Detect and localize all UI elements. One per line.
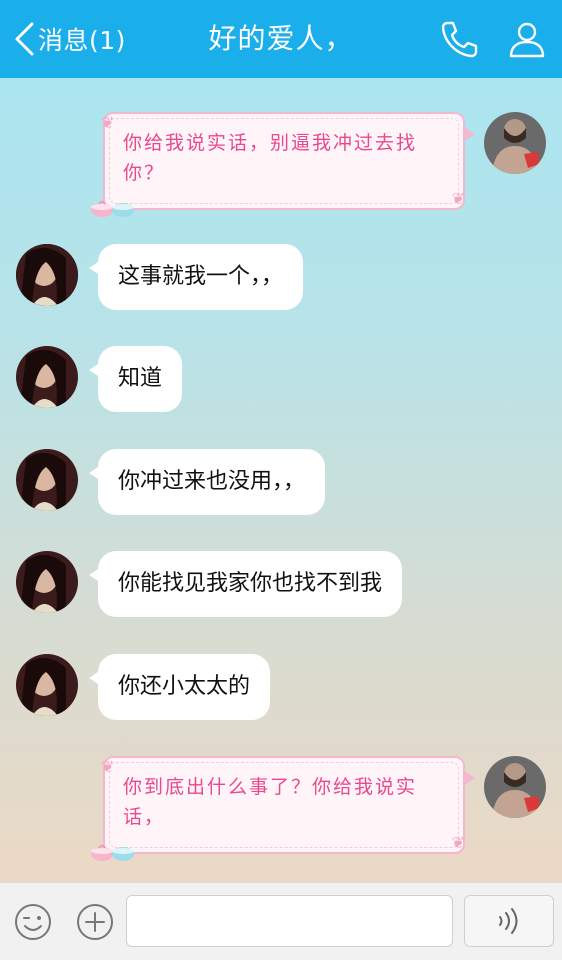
chat-header: 消息(1) 好的爱人， (0, 0, 562, 78)
incoming-message[interactable]: 知道 (88, 346, 183, 412)
message-list[interactable]: ❦ ❦ 你给我说实话，别逼我冲过去找你？ 这事就我一个，， 知道 你冲过来也没用… (0, 78, 562, 882)
person-icon (509, 22, 545, 58)
contact-avatar[interactable] (16, 244, 78, 306)
back-button[interactable]: 消息(1) (12, 18, 126, 60)
outgoing-message[interactable]: ❦ ❦ 你给我说实话，别逼我冲过去找你？ (91, 112, 475, 217)
profile-button[interactable] (506, 18, 548, 60)
voice-icon (499, 908, 518, 934)
emoji-button[interactable] (12, 901, 54, 943)
incoming-message[interactable]: 你冲过来也没用，， (88, 449, 326, 515)
plus-icon (77, 904, 113, 940)
message-text: 你给我说实话，别逼我冲过去找你？ (123, 132, 418, 184)
flourish-icon: ❦ (101, 757, 117, 776)
avatar-image (16, 346, 78, 408)
avatar-image (16, 654, 78, 716)
flourish-icon: ❦ (101, 113, 117, 132)
input-bar (0, 882, 562, 960)
back-label: 消息(1) (38, 26, 126, 55)
contact-avatar[interactable] (16, 346, 78, 408)
my-avatar[interactable] (484, 756, 546, 818)
call-button[interactable] (438, 18, 480, 60)
avatar-image (16, 244, 78, 306)
avatar-image (484, 112, 546, 174)
avatar-image (484, 756, 546, 818)
more-button[interactable] (74, 901, 116, 943)
message-input[interactable] (126, 895, 453, 947)
message-text: 你到底出什么事了？你给我说实话， (123, 776, 418, 828)
emoji-icon (15, 904, 51, 940)
contact-avatar[interactable] (16, 551, 78, 613)
teacups-icon (91, 844, 134, 861)
incoming-message[interactable]: 这事就我一个，， (88, 244, 304, 310)
incoming-message[interactable]: 你还小太太的 (88, 654, 271, 720)
my-avatar[interactable] (484, 112, 546, 174)
flourish-icon: ❦ (451, 833, 467, 852)
chat-title: 好的爱人， (208, 22, 354, 55)
avatar-image (16, 551, 78, 613)
contact-avatar[interactable] (16, 654, 78, 716)
incoming-message[interactable]: 你能找见我家你也找不到我 (88, 551, 403, 617)
avatar-image (16, 449, 78, 511)
phone-icon (441, 21, 478, 58)
voice-button[interactable] (464, 895, 554, 947)
flourish-icon: ❦ (451, 189, 467, 208)
teacups-icon (91, 200, 134, 217)
chevron-left-icon (15, 22, 34, 56)
contact-avatar[interactable] (16, 449, 78, 511)
outgoing-message[interactable]: ❦ ❦ 你到底出什么事了？你给我说实话， (91, 756, 475, 861)
